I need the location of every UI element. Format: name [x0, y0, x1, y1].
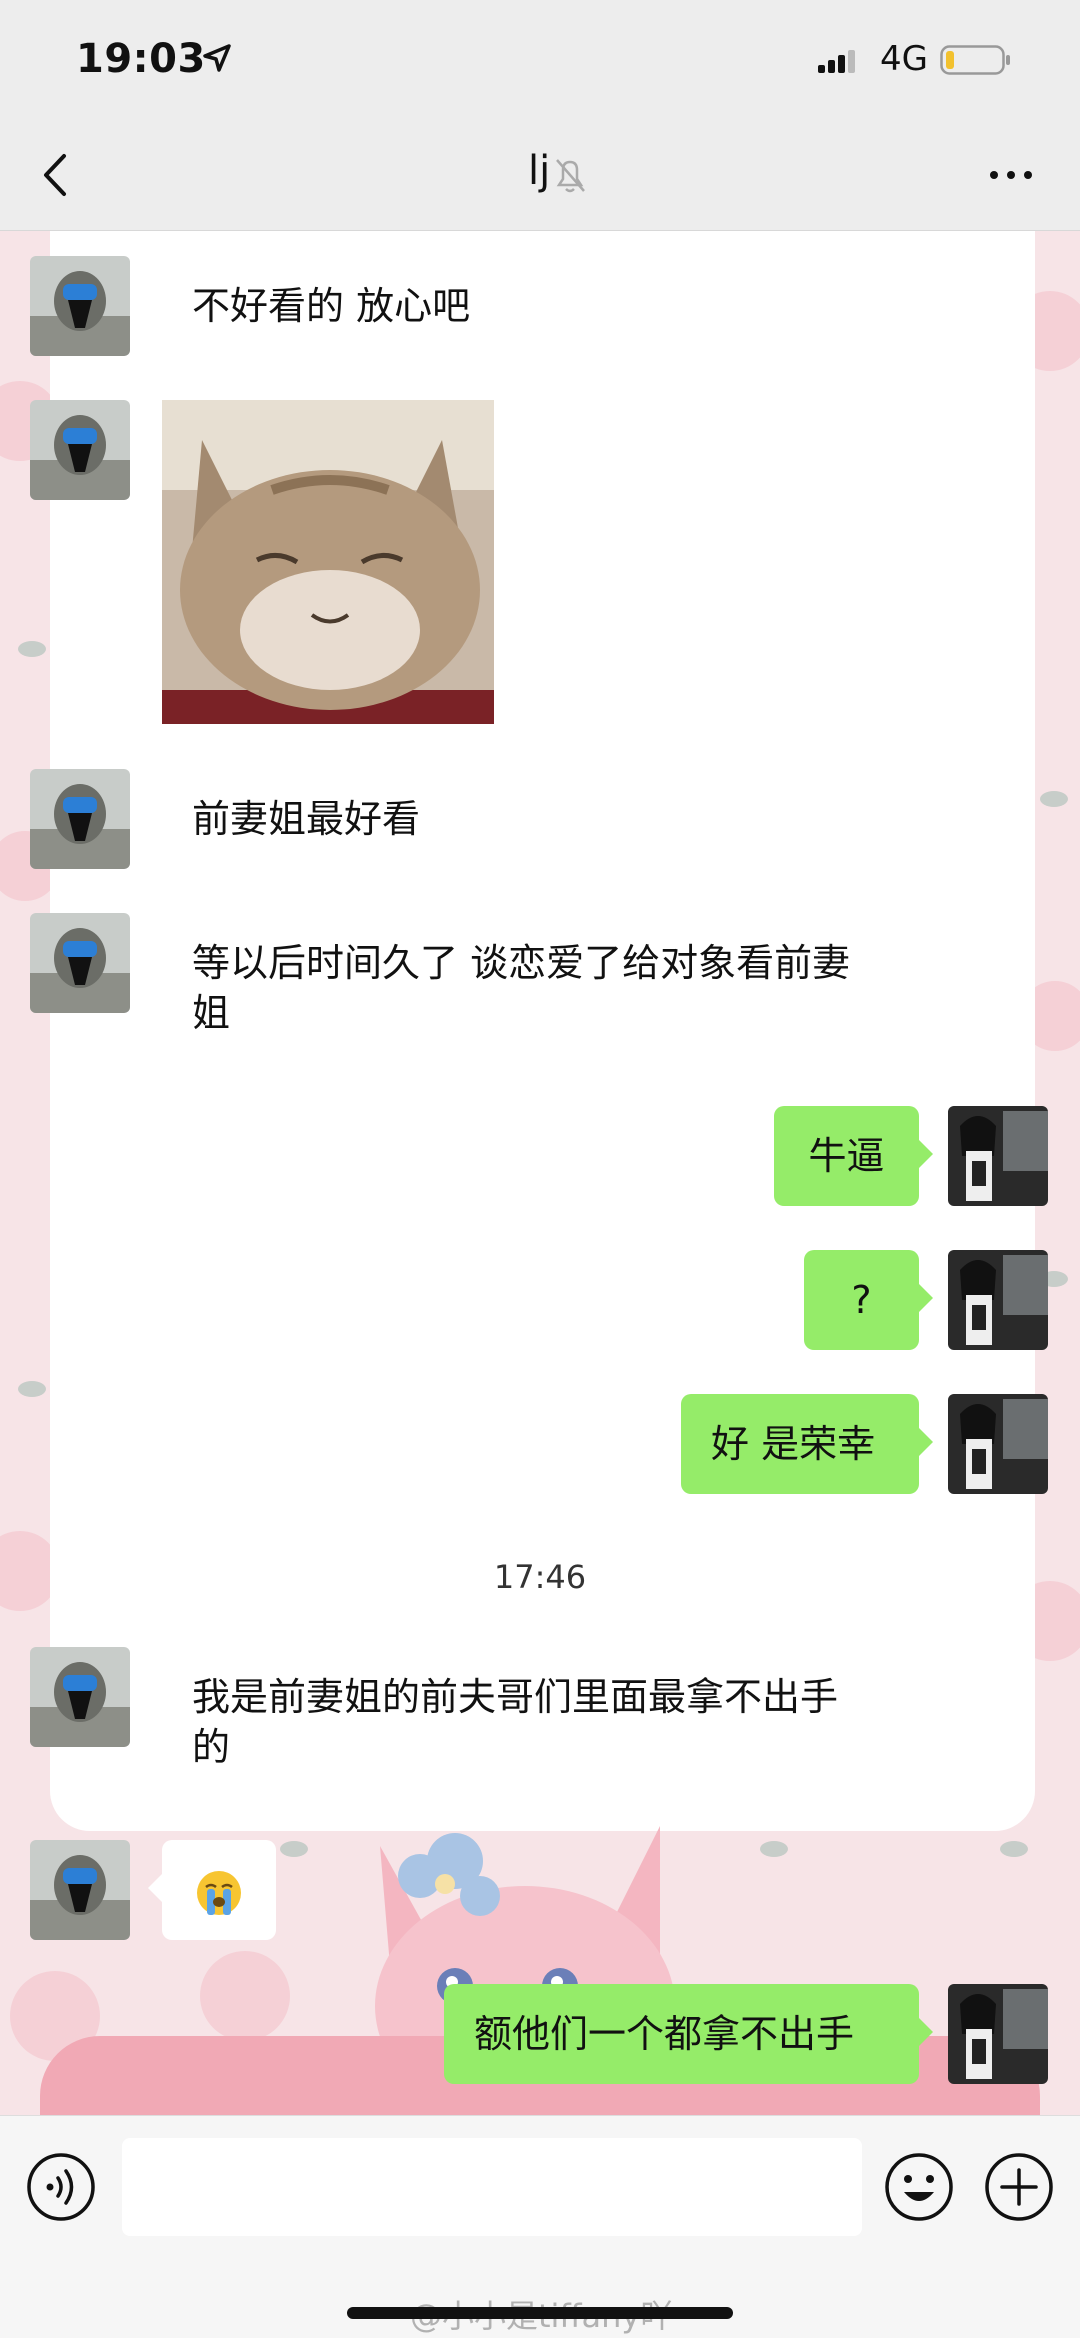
message-text: ? — [851, 1278, 872, 1322]
message-text: 额他们一个都拿不出手 — [474, 2012, 855, 2056]
chat-title: lj — [528, 148, 551, 194]
cat-sticker-image[interactable] — [162, 400, 494, 724]
my-avatar[interactable] — [948, 1250, 1048, 1350]
emoji-icon[interactable] — [884, 2152, 954, 2222]
contact-avatar[interactable] — [30, 913, 130, 1013]
wallpaper-decoration — [280, 1841, 308, 1857]
status-time: 19:03 — [76, 36, 206, 82]
incoming-message[interactable]: 等以后时间久了 谈恋爱了给对象看前妻姐 — [148, 913, 902, 1063]
message-input[interactable] — [122, 2138, 862, 2236]
incoming-message[interactable] — [148, 1840, 276, 1940]
input-bar: @小小是tiffany吖 — [0, 2115, 1080, 2338]
signal-icon — [818, 50, 855, 73]
chat-timestamp: 17:46 — [493, 1558, 587, 1596]
voice-icon[interactable] — [26, 2152, 96, 2222]
wallpaper-decoration — [760, 1841, 788, 1857]
message-text: 好 是荣幸 — [711, 1422, 876, 1466]
plus-icon[interactable] — [984, 2152, 1054, 2222]
contact-avatar[interactable] — [30, 256, 130, 356]
outgoing-message[interactable]: 好 是荣幸 — [681, 1394, 933, 1494]
battery-icon — [940, 45, 1010, 75]
outgoing-message[interactable]: 牛逼 — [774, 1106, 933, 1206]
wallpaper-decoration — [1000, 1841, 1028, 1857]
my-avatar[interactable] — [948, 1106, 1048, 1206]
home-indicator[interactable] — [347, 2307, 733, 2319]
wallpaper-decoration — [18, 641, 46, 657]
message-text: 牛逼 — [808, 1134, 885, 1178]
message-text: 不好看的 放心吧 — [192, 284, 471, 328]
my-avatar[interactable] — [948, 1394, 1048, 1494]
wallpaper-decoration — [200, 1951, 290, 2041]
contact-avatar[interactable] — [30, 769, 130, 869]
crying-emoji — [197, 1870, 241, 1915]
message-text: 我是前妻姐的前夫哥们里面最拿不出手的 — [192, 1675, 839, 1769]
chat-header: lj — [0, 125, 1080, 231]
wallpaper-decoration — [1040, 791, 1068, 807]
chat-area[interactable]: 不好看的 放心吧 前妻姐最好看 等以后时间久了 谈恋爱了给对象看前妻姐 牛逼 ?… — [0, 231, 1080, 2115]
more-icon[interactable] — [988, 165, 1034, 185]
message-text: 等以后时间久了 谈恋爱了给对象看前妻姐 — [192, 941, 851, 1035]
wallpaper-decoration — [18, 1381, 46, 1397]
incoming-message[interactable]: 我是前妻姐的前夫哥们里面最拿不出手的 — [148, 1647, 902, 1797]
outgoing-message[interactable]: 额他们一个都拿不出手 — [444, 1984, 933, 2084]
status-bar: 19:03 4G — [0, 0, 1080, 125]
contact-avatar[interactable] — [30, 1840, 130, 1940]
back-arrow-icon[interactable] — [36, 150, 76, 200]
outgoing-message[interactable]: ? — [804, 1250, 933, 1350]
contact-avatar[interactable] — [30, 1647, 130, 1747]
my-avatar[interactable] — [948, 1984, 1048, 2084]
network-type: 4G — [880, 39, 928, 79]
incoming-message[interactable]: 不好看的 放心吧 — [148, 256, 502, 356]
message-text: 前妻姐最好看 — [192, 797, 421, 841]
contact-avatar[interactable] — [30, 400, 130, 500]
mute-bell-icon — [556, 159, 585, 193]
location-arrow-icon — [203, 44, 231, 72]
incoming-message[interactable]: 前妻姐最好看 — [148, 769, 462, 869]
